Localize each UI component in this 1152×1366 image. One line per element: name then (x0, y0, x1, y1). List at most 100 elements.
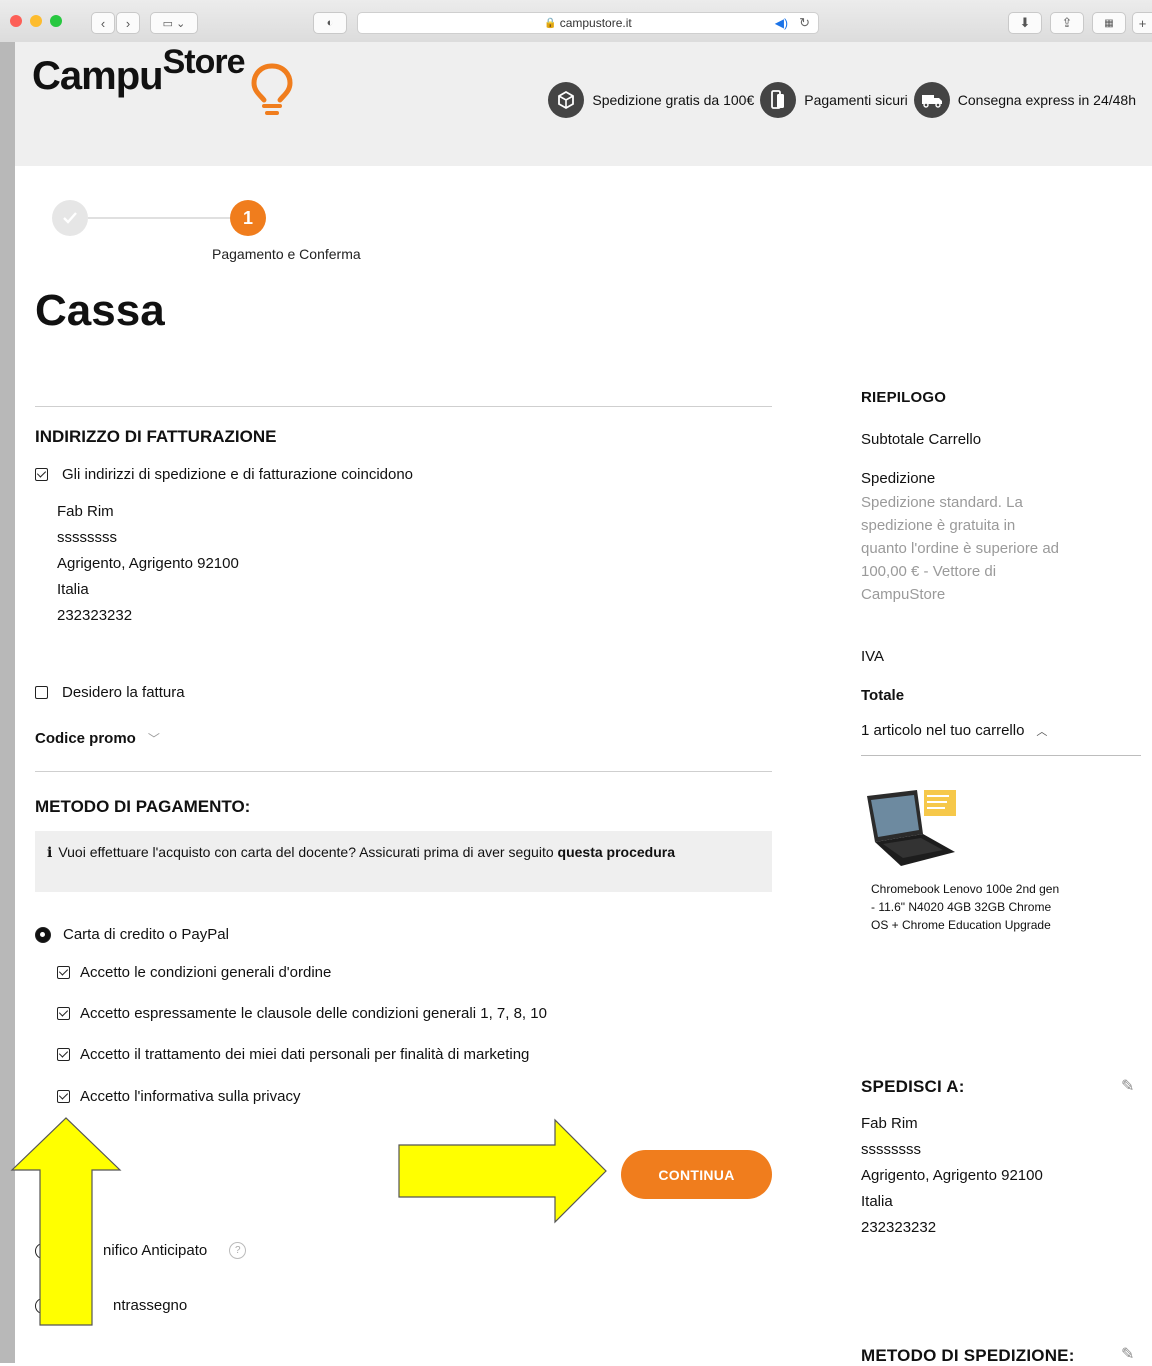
continue-button[interactable]: CONTINUA (621, 1150, 772, 1199)
chevron-left-icon: ‹ (100, 15, 106, 31)
chevron-up-icon: ︿ (1036, 725, 1048, 738)
subtotal-label: Subtotale Carrello (861, 431, 982, 448)
sidebar-toggle-button[interactable]: ▭ ⌄ (150, 12, 198, 34)
consent-clauses[interactable]: Accetto espressamente le clausole delle … (57, 1005, 547, 1022)
card-icon (760, 82, 797, 118)
address-line: ssssssss (861, 1141, 921, 1158)
sidebar-icon: ▭ ⌄ (162, 17, 186, 30)
box-icon (548, 82, 585, 118)
consent-label: Accetto espressamente le clausole delle … (80, 1005, 547, 1022)
procedure-link[interactable]: questa procedura (558, 844, 675, 860)
feature-label: Spedizione gratis da 100€ (592, 92, 755, 108)
feature-free-shipping: Spedizione gratis da 100€ (548, 82, 754, 118)
radio-unselected-icon[interactable] (35, 1242, 51, 1259)
shipping-note: Spedizione standard. La spedizione è gra… (861, 494, 1060, 603)
new-tab-button[interactable]: + (1132, 12, 1152, 34)
edit-icon[interactable]: ✎ (1121, 1076, 1134, 1096)
forward-button[interactable]: › (116, 12, 140, 34)
check-icon (63, 212, 77, 224)
edit-icon[interactable]: ✎ (1121, 1344, 1134, 1364)
checkbox-label: Gli indirizzi di spedizione e di fattura… (62, 466, 414, 483)
window-edge (0, 42, 15, 1363)
campustore-logo[interactable]: CampuStore (32, 43, 245, 99)
promo-label: Codice promo (35, 730, 136, 747)
downloads-button[interactable]: ⬇ (1008, 12, 1042, 34)
help-icon[interactable]: ? (229, 1242, 247, 1259)
zoom-window-button[interactable] (50, 15, 62, 27)
annotation-arrow-right (398, 1118, 607, 1224)
page-title: Cassa (35, 286, 165, 335)
info-icon: i (47, 845, 53, 861)
url-text: campustore.it (559, 16, 632, 30)
lightbulb-icon (251, 63, 293, 115)
privacy-report-button[interactable]: ◐ (313, 12, 347, 34)
teacher-card-info: i Vuoi effettuare l'acquisto con carta de… (35, 831, 772, 892)
consent-label: Accetto le condizioni generali d'ordine (80, 964, 332, 981)
cart-count-label: 1 articolo nel tuo carrello (861, 722, 1025, 739)
checkbox-checked-icon[interactable] (57, 966, 70, 979)
plus-icon: + (1138, 15, 1147, 31)
payment-option-label: nifico Anticipato (103, 1242, 208, 1259)
consent-marketing[interactable]: Accetto il trattamento dei miei dati per… (57, 1046, 529, 1063)
vat-label: IVA (861, 648, 885, 665)
back-button[interactable]: ‹ (91, 12, 115, 34)
lock-icon: 🔒 (544, 17, 557, 29)
header-features: Spedizione gratis da 100€ Pagamenti sicu… (542, 82, 1136, 118)
logo-text-super: Store (162, 43, 246, 81)
reload-icon[interactable]: ↻ (799, 15, 810, 31)
summary-title: RIEPILOGO (861, 389, 947, 406)
radio-selected-icon[interactable] (35, 926, 51, 943)
address-line: 232323232 (861, 1219, 937, 1236)
total-label: Totale (861, 687, 905, 704)
checkbox-checked-icon[interactable] (35, 468, 48, 481)
checkbox-unchecked-icon[interactable] (35, 686, 48, 699)
info-text: Vuoi effettuare l'acquisto con carta del… (58, 844, 554, 860)
promo-code-toggle[interactable]: Codice promo ﹀ (35, 730, 160, 747)
payment-option-label: Carta di credito o PayPal (63, 926, 229, 943)
checkbox-checked-icon[interactable] (57, 1090, 70, 1103)
product-image[interactable] (861, 782, 957, 872)
grid-icon: ▦ (1104, 17, 1114, 29)
payment-title: METODO DI PAGAMENTO: (35, 797, 251, 816)
annotation-arrow-up (10, 1117, 122, 1326)
minimize-window-button[interactable] (30, 15, 42, 27)
audio-icon[interactable]: ◀) (775, 16, 788, 30)
chevron-down-icon: ﹀ (147, 732, 160, 746)
address-bar[interactable]: 🔒 campustore.it ◀) ↻ (357, 12, 819, 34)
payment-option-label: ntrassegno (113, 1297, 188, 1314)
address-line: 232323232 (57, 607, 133, 624)
payment-option-card[interactable]: Carta di credito o PayPal (35, 926, 229, 943)
browser-toolbar: ‹ › ▭ ⌄ ◐ 🔒 campustore.it ◀) ↻ ⬇ ⇪ ▦ + (0, 0, 1152, 43)
step-completed (52, 200, 88, 236)
feature-secure-payments: Pagamenti sicuri (760, 82, 908, 118)
product-name[interactable]: Chromebook Lenovo 100e 2nd gen - 11.6" N… (871, 880, 1061, 934)
checkbox-checked-icon[interactable] (57, 1048, 70, 1061)
address-line: Fab Rim (861, 1115, 918, 1132)
address-line: Fab Rim (57, 503, 114, 520)
invoice-checkbox[interactable]: Desidero la fattura (35, 684, 185, 701)
consent-label: Accetto l'informativa sulla privacy (80, 1088, 301, 1105)
share-button[interactable]: ⇪ (1050, 12, 1084, 34)
checkbox-checked-icon[interactable] (57, 1007, 70, 1020)
step-connector (88, 217, 230, 219)
address-line: ssssssss (57, 529, 117, 546)
step-label: Pagamento e Conferma (212, 246, 361, 262)
tab-overview-button[interactable]: ▦ (1092, 12, 1126, 34)
divider (35, 771, 772, 772)
address-line: Agrigento, Agrigento 92100 (861, 1167, 1043, 1184)
payment-option-cash-on-delivery[interactable]: ntrassegno (35, 1297, 187, 1314)
billing-address: Fab Rim ssssssss Agrigento, Agrigento 92… (57, 499, 239, 629)
consent-privacy[interactable]: Accetto l'informativa sulla privacy (57, 1088, 300, 1105)
close-window-button[interactable] (10, 15, 22, 27)
consent-general-conditions[interactable]: Accetto le condizioni generali d'ordine (57, 964, 331, 981)
same-address-checkbox[interactable]: Gli indirizzi di spedizione e di fattura… (35, 466, 413, 483)
shield-icon: ◐ (326, 17, 334, 29)
step-current: 1 (230, 200, 266, 236)
address-line: Italia (57, 581, 89, 598)
radio-unselected-icon[interactable] (35, 1297, 51, 1314)
checkbox-label: Desidero la fattura (62, 684, 185, 701)
logo-text-main: Campu (32, 54, 164, 98)
cart-items-toggle[interactable]: 1 articolo nel tuo carrello ︿ (861, 722, 1047, 739)
payment-option-bank-transfer[interactable]: nifico Anticipato ? (35, 1242, 247, 1259)
feature-express-delivery: Consegna express in 24/48h (913, 82, 1136, 118)
